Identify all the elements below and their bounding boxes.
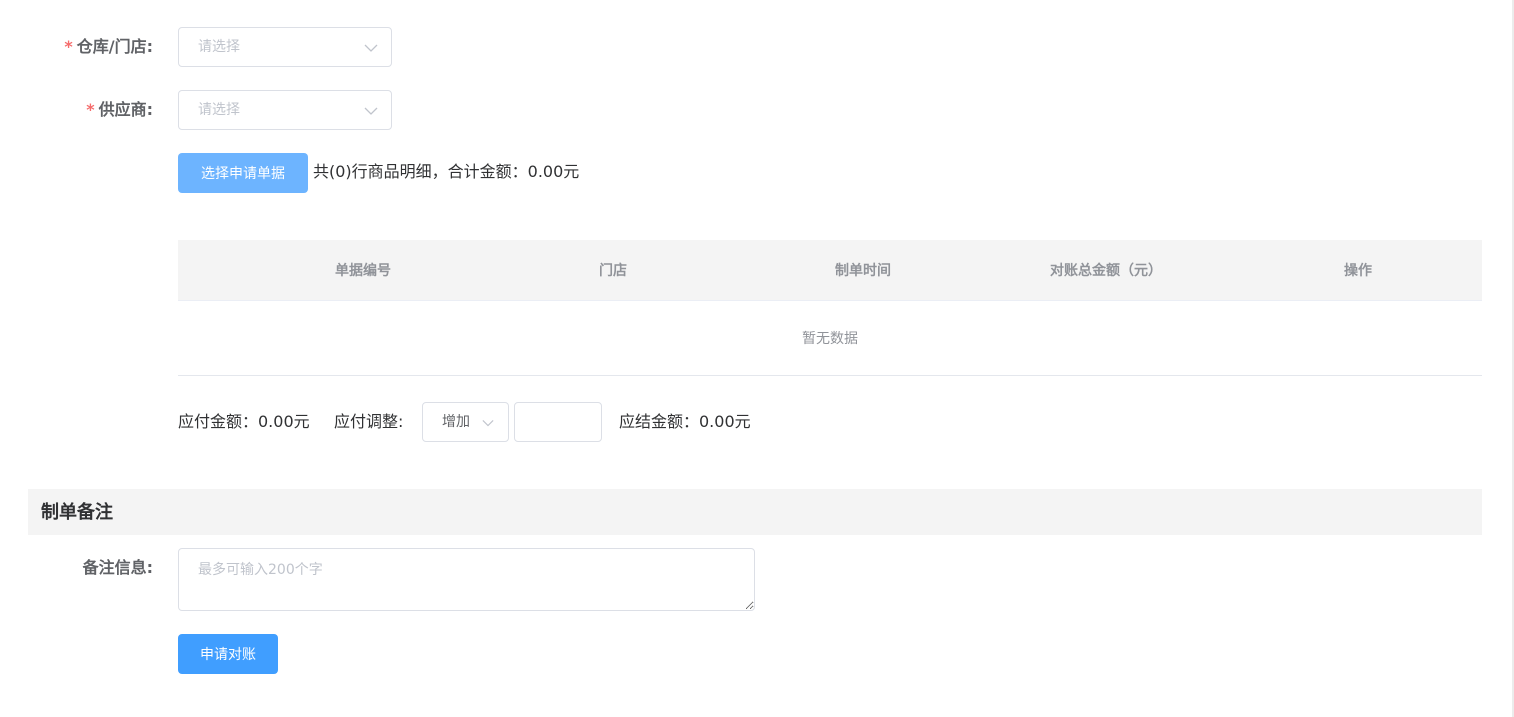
- table-header: 单据编号 门店 制单时间 对账总金额（元） 操作: [178, 240, 1482, 301]
- warehouse-select-placeholder: 请选择: [198, 39, 240, 55]
- column-header-created-time: 制单时间: [835, 263, 891, 279]
- column-header-store: 门店: [599, 263, 627, 279]
- warehouse-label-text: 仓库/门店:: [76, 37, 153, 56]
- required-mark: *: [64, 37, 73, 56]
- supplier-select-placeholder: 请选择: [198, 102, 240, 118]
- supplier-select[interactable]: 请选择: [178, 90, 392, 130]
- column-header-actions: 操作: [1344, 263, 1372, 279]
- adjust-mode-select[interactable]: 增加: [422, 402, 509, 442]
- select-documents-button[interactable]: 选择申请单据: [178, 153, 308, 193]
- chevron-down-icon: [364, 107, 378, 115]
- section-title: 制单备注: [41, 502, 113, 523]
- supplier-label-text: 供应商:: [98, 100, 153, 119]
- adjust-mode-value: 增加: [442, 414, 470, 430]
- column-header-doc-number: 单据编号: [335, 263, 391, 279]
- adjust-label: 应付调整:: [334, 412, 404, 431]
- settle-amount: 应结金额：0.00元: [619, 412, 751, 431]
- table-empty-row: 暂无数据: [178, 301, 1482, 376]
- warehouse-select[interactable]: 请选择: [178, 27, 392, 67]
- remarks-section-header: 制单备注: [28, 489, 1482, 535]
- required-mark: *: [86, 100, 95, 119]
- supplier-label: * 供应商:: [3, 100, 153, 120]
- chevron-down-icon: [364, 44, 378, 52]
- payable-amount: 应付金额：0.00元: [178, 412, 310, 431]
- apply-reconciliation-button[interactable]: 申请对账: [178, 634, 278, 674]
- warehouse-label: * 仓库/门店:: [3, 37, 153, 57]
- detail-summary: 共(0)行商品明细，合计金额：0.00元: [313, 162, 580, 181]
- remarks-label: 备注信息:: [82, 558, 153, 577]
- adjust-amount-input[interactable]: [514, 402, 602, 442]
- empty-text: 暂无数据: [802, 331, 858, 347]
- column-header-total-amount: 对账总金额（元）: [1050, 263, 1162, 279]
- chevron-down-icon: [482, 420, 494, 427]
- remarks-textarea[interactable]: [178, 548, 755, 611]
